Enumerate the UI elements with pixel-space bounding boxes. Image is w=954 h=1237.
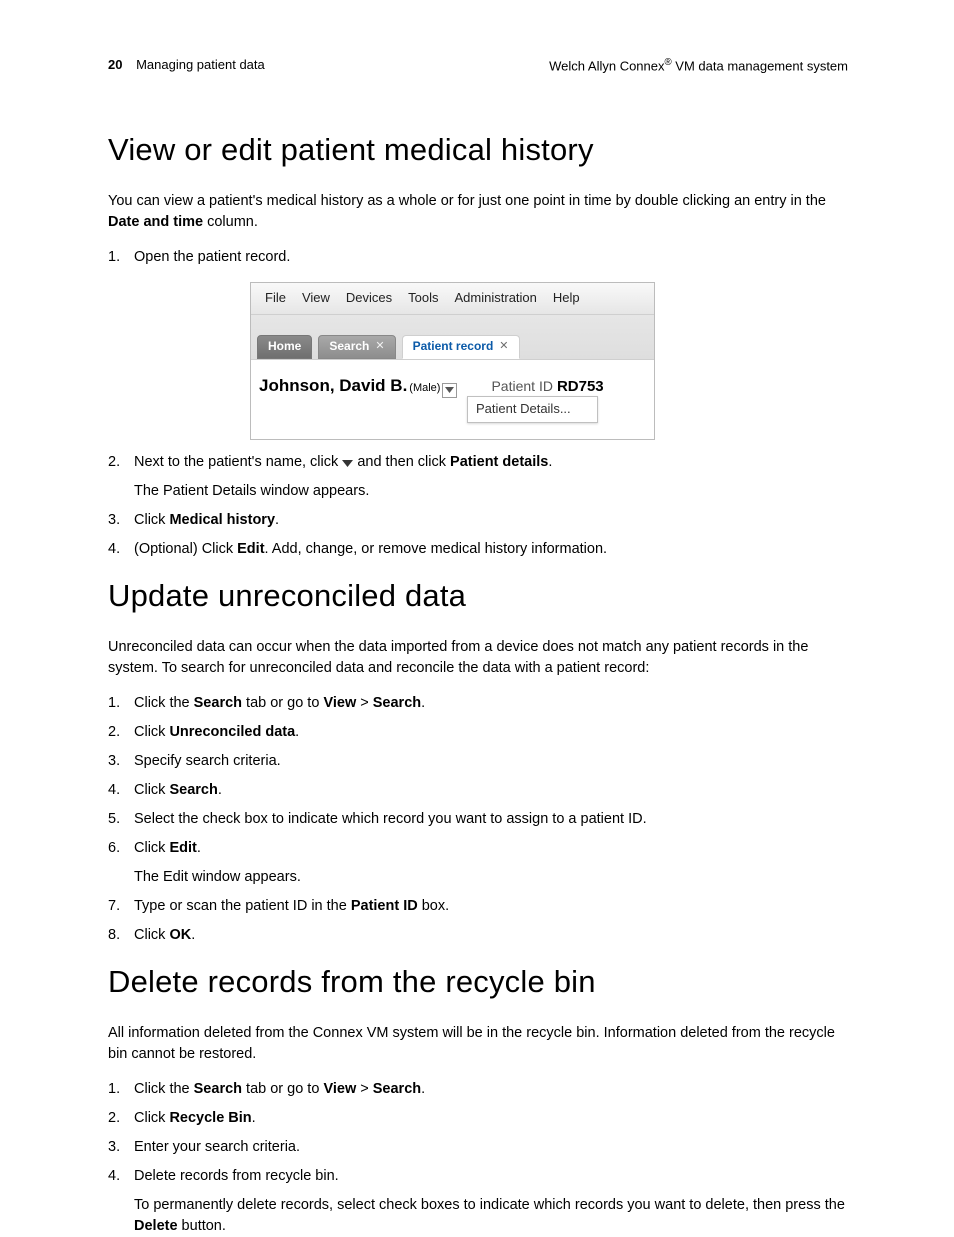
tab-home[interactable]: Home (257, 335, 312, 359)
page-header: 20 Managing patient data Welch Allyn Con… (108, 56, 848, 76)
patient-record-panel: Johnson, David B. (Male) Patient ID RD75… (251, 359, 654, 439)
menu-administration[interactable]: Administration (447, 287, 545, 310)
s1-step-4: 4. (Optional) Click Edit. Add, change, o… (108, 539, 848, 560)
menu-file[interactable]: File (257, 287, 294, 310)
s3-step-4: 4. Delete records from recycle bin. To p… (108, 1166, 848, 1237)
menu-tools[interactable]: Tools (400, 287, 446, 310)
s1-step-3: 3. Click Medical history. (108, 510, 848, 531)
patient-id-label: Patient ID (491, 376, 552, 396)
chapter-title: Managing patient data (136, 57, 265, 72)
clipped-text (273, 425, 276, 439)
s3-step-3: 3. Enter your search criteria. (108, 1137, 848, 1158)
section-heading-recycle-bin: Delete records from the recycle bin (108, 960, 848, 1005)
menubar: File View Devices Tools Administration H… (251, 283, 654, 315)
product-suffix: VM data management system (672, 58, 848, 73)
section-heading-unreconciled: Update unreconciled data (108, 574, 848, 619)
close-icon[interactable]: ✕ (499, 339, 508, 355)
s3-intro: All information deleted from the Connex … (108, 1023, 848, 1065)
chevron-down-icon (445, 387, 454, 393)
s1-intro: You can view a patient's medical history… (108, 191, 848, 233)
patient-id-value: RD753 (557, 376, 604, 398)
s3-step-1: 1. Click the Search tab or go to View > … (108, 1079, 848, 1100)
s1-step-1: 1. Open the patient record. (108, 247, 848, 268)
menu-view[interactable]: View (294, 287, 338, 310)
tab-search[interactable]: Search ✕ (318, 335, 395, 359)
embedded-screenshot: File View Devices Tools Administration H… (250, 282, 655, 440)
s2-step-1: 1. Click the Search tab or go to View > … (108, 693, 848, 714)
registered-mark: ® (665, 57, 672, 68)
header-right: Welch Allyn Connex® VM data management s… (549, 56, 848, 76)
page-number: 20 (108, 57, 122, 72)
s3-step-2: 2. Click Recycle Bin. (108, 1108, 848, 1129)
patient-gender: (Male) (409, 381, 440, 397)
header-left: 20 Managing patient data (108, 56, 265, 76)
tab-patient-record[interactable]: Patient record ✕ (402, 335, 520, 359)
product-prefix: Welch Allyn Connex (549, 58, 664, 73)
s2-step-4: 4. Click Search. (108, 780, 848, 801)
chevron-down-icon (342, 453, 353, 474)
s2-intro: Unreconciled data can occur when the dat… (108, 637, 848, 679)
s2-step-5: 5. Select the check box to indicate whic… (108, 809, 848, 830)
s2-step-7: 7. Type or scan the patient ID in the Pa… (108, 896, 848, 917)
s2-step-8: 8. Click OK. (108, 925, 848, 946)
tabstrip: Home Search ✕ Patient record ✕ (251, 315, 654, 359)
close-icon[interactable]: ✕ (375, 339, 384, 355)
patient-name: Johnson, David B. (259, 374, 407, 399)
s2-step-6: 6. Click Edit. The Edit window appears. (108, 838, 848, 888)
menu-help[interactable]: Help (545, 287, 588, 310)
s2-step-2: 2. Click Unreconciled data. (108, 722, 848, 743)
s1-step-2: 2. Next to the patient's name, click and… (108, 452, 848, 502)
patient-dropdown-button[interactable] (442, 383, 457, 398)
menu-devices[interactable]: Devices (338, 287, 400, 310)
patient-details-menu-item[interactable]: Patient Details... (467, 396, 598, 423)
section-heading-view-edit: View or edit patient medical history (108, 128, 848, 173)
s2-step-3: 3. Specify search criteria. (108, 751, 848, 772)
